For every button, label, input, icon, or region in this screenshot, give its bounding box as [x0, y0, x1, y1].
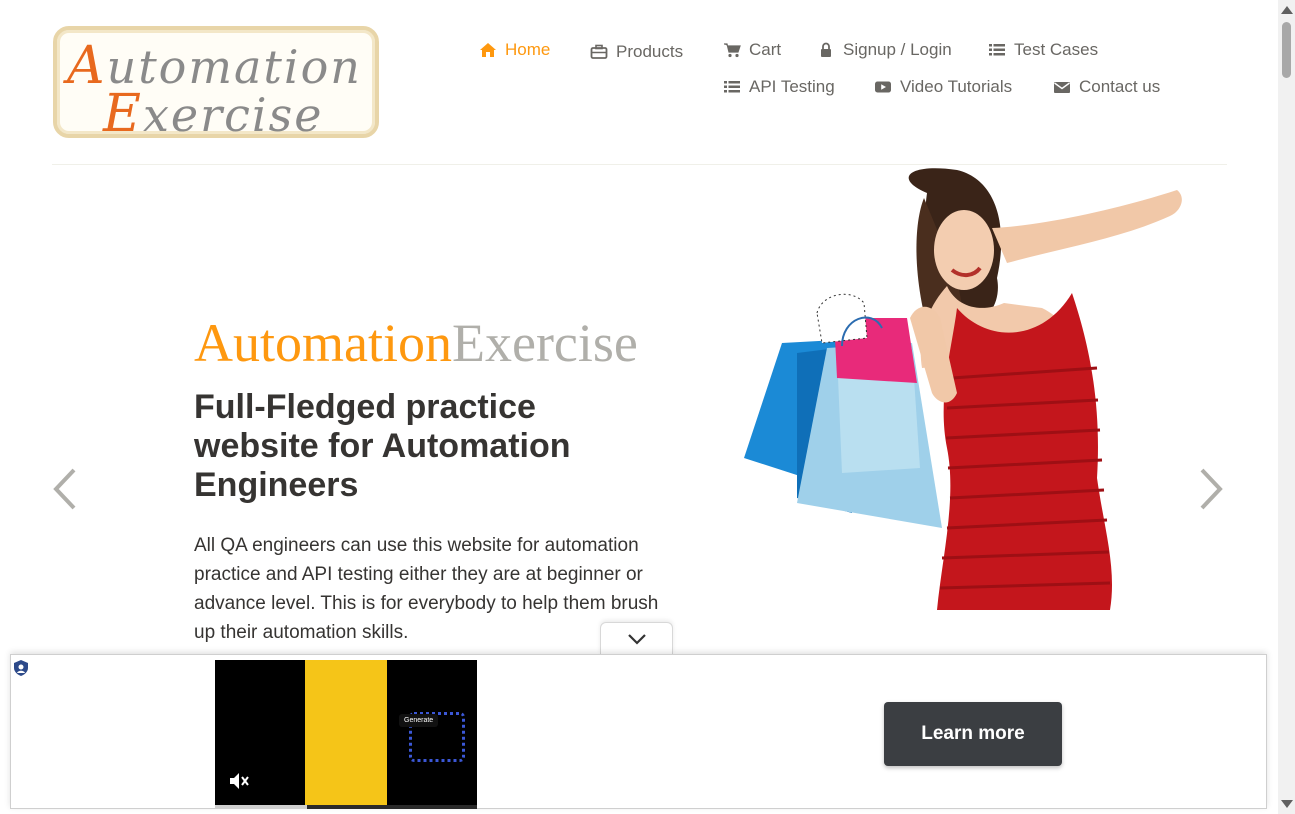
lock-icon — [817, 42, 835, 58]
header-divider — [52, 164, 1227, 165]
nav-signup-login-label: Signup / Login — [843, 40, 952, 59]
nav-api-testing[interactable]: API Testing — [723, 77, 835, 97]
nav-products[interactable]: Products — [590, 42, 683, 62]
nav-contact-us[interactable]: Contact us — [1053, 77, 1160, 97]
woman-with-shopping-bags-image — [744, 168, 1182, 610]
nav-home[interactable]: Home — [479, 40, 550, 60]
ad-video-frame: Generate — [305, 660, 465, 805]
carousel-prev-button[interactable] — [50, 466, 80, 512]
hero-brand-title: AutomationExercise — [194, 313, 638, 373]
learn-more-button[interactable]: Learn more — [884, 702, 1062, 766]
site-logo[interactable]: Automation Exercise — [53, 26, 379, 144]
ad-video-progress[interactable] — [215, 805, 477, 809]
nav-test-cases[interactable]: Test Cases — [988, 40, 1098, 60]
nav-cart[interactable]: Cart — [723, 40, 781, 60]
nav-test-cases-label: Test Cases — [1014, 40, 1099, 59]
ad-generate-chip: Generate — [399, 714, 439, 727]
hero-headline: Full-Fledged practice website for Automa… — [194, 388, 571, 504]
nav-cart-label: Cart — [749, 40, 782, 59]
youtube-icon — [874, 79, 892, 95]
nav-home-label: Home — [505, 40, 551, 59]
ad-collapse-button[interactable] — [600, 622, 673, 655]
ad-video-progress-fill — [215, 805, 307, 809]
chevron-down-icon — [627, 634, 646, 645]
envelope-icon — [1053, 79, 1071, 95]
nav-video-tutorials[interactable]: Video Tutorials — [874, 77, 1012, 97]
nav-video-tutorials-label: Video Tutorials — [900, 77, 1013, 96]
scroll-down-arrow-icon[interactable] — [1281, 800, 1293, 808]
chevron-right-icon — [1200, 468, 1223, 510]
briefcase-icon — [590, 44, 608, 60]
scrollbar-thumb[interactable] — [1282, 22, 1291, 78]
page-scrollbar[interactable] — [1278, 0, 1295, 814]
ad-banner: Generate Learn more — [10, 654, 1267, 809]
mute-icon[interactable] — [227, 770, 249, 792]
nav-products-label: Products — [616, 42, 684, 61]
nav-api-testing-label: API Testing — [749, 77, 835, 96]
list-icon — [988, 42, 1006, 58]
list-icon — [723, 79, 741, 95]
carousel-next-button[interactable] — [1196, 466, 1226, 512]
nav-contact-us-label: Contact us — [1079, 77, 1161, 96]
ad-video-player[interactable]: Generate — [215, 660, 477, 809]
chevron-left-icon — [53, 468, 76, 510]
nav-signup-login[interactable]: Signup / Login — [817, 40, 952, 60]
scroll-up-arrow-icon[interactable] — [1281, 6, 1293, 14]
ad-shield-icon[interactable] — [13, 659, 29, 677]
logo-line-2: Exercise — [103, 84, 324, 144]
cart-icon — [723, 42, 741, 58]
home-icon — [479, 42, 497, 58]
